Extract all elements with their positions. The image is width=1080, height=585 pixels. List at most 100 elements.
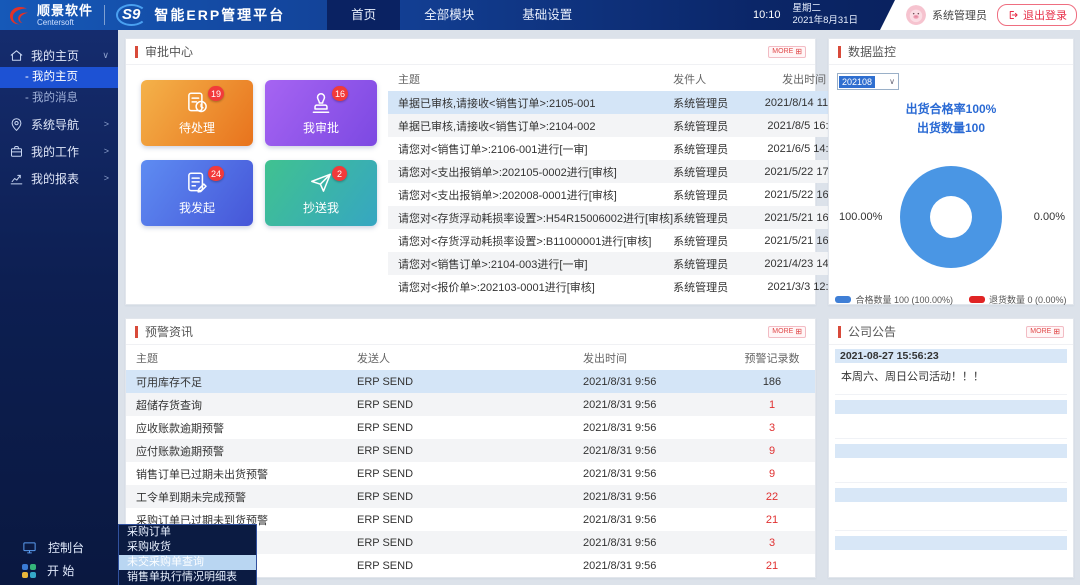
clock: 10:10 星期二 2021年8月31日 (753, 3, 858, 28)
cell-time: 2021/8/31 9:56 (583, 514, 729, 526)
date: 2021年8月31日 (793, 15, 858, 27)
sidebar-nav: 我的主页∨我的主页我的消息系统导航>我的工作>我的报表> (0, 30, 118, 190)
cell-sender: 系统管理员 (673, 210, 745, 226)
sidebar-item-1[interactable]: 系统导航> (0, 112, 118, 136)
column-header: 主题 (126, 350, 357, 366)
nav-item-0[interactable]: 首页 (327, 0, 400, 30)
announcement-list: 2021-08-27 15:56:23本周六、周日公司活动！！！ (829, 345, 1073, 585)
chart-icon (9, 171, 24, 186)
alert-row[interactable]: 超储存货查询ERP SEND2021/8/31 9:561 (126, 393, 815, 416)
announcement-text: 本周六、周日公司活动！！！ (835, 363, 1067, 395)
logout-button[interactable]: 退出登录 (997, 4, 1077, 26)
alert-row[interactable]: 工令单到期未完成预警ERP SEND2021/8/31 9:5622 (126, 485, 815, 508)
alert-row[interactable]: 应收账款逾期预警ERP SEND2021/8/31 9:563 (126, 416, 815, 439)
alerts-more-button[interactable]: MORE (768, 326, 806, 338)
headline-line1: 出货合格率100% (829, 100, 1073, 119)
announcement-entry[interactable] (835, 444, 1067, 483)
cell-sender: 系统管理员 (673, 279, 745, 295)
cell-time: 2021/8/31 9:56 (583, 468, 729, 480)
approval-table-body: 单据已审核,请接收<销售订单>:2105-001系统管理员2021/8/14 1… (388, 91, 863, 298)
header-accent (838, 326, 841, 338)
approval-tile-3[interactable]: 抄送我2 (265, 160, 377, 226)
sidebar-item-2[interactable]: 我的工作> (0, 139, 118, 163)
period-select[interactable]: 202108 ∨ (837, 73, 899, 90)
approval-tile-1[interactable]: 我审批16 (265, 80, 377, 146)
legend-marker (835, 296, 851, 303)
announcement-entry[interactable] (835, 488, 1067, 531)
headline-line2: 出货数量100 (829, 119, 1073, 138)
nav-item-2[interactable]: 基础设置 (498, 0, 596, 30)
approval-center-panel: 审批中心 MORE 待处理19我审批16我发起24抄送我2 主题发件人发出时间 … (125, 38, 816, 305)
cell-time: 2021/8/31 9:56 (583, 491, 729, 503)
chevron-down-icon: ∨ (102, 50, 109, 61)
approval-tile-2[interactable]: 我发起24 (141, 160, 253, 226)
approval-tile-0[interactable]: 待处理19 (141, 80, 253, 146)
cell-sender: 系统管理员 (673, 256, 745, 272)
legend-item-1: 退货数量 0 (0.00%) (969, 293, 1067, 306)
main-area: 审批中心 MORE 待处理19我审批16我发起24抄送我2 主题发件人发出时间 … (118, 30, 1080, 585)
navbar-menu: 首页全部模块基础设置 (327, 0, 596, 30)
username: 系统管理员 (932, 7, 987, 23)
approval-center-title: 审批中心 (145, 43, 193, 60)
sidebar-subitem-0-0[interactable]: 我的主页 (0, 67, 118, 88)
count-badge: 19 (208, 86, 224, 101)
popup-menu-item-3[interactable]: 销售单执行情况明细表 (119, 570, 256, 585)
paper-plane-icon (308, 170, 334, 196)
approval-row[interactable]: 请您对<支出报销单>:202105-0002进行[审核]系统管理员2021/5/… (388, 160, 863, 183)
console-icon (22, 540, 37, 555)
cell-time: 2021/8/31 9:56 (583, 560, 729, 572)
announcements-more-button[interactable]: MORE (1026, 326, 1064, 338)
approval-row[interactable]: 请您对<存货浮动耗损率设置>:H54R15006002进行[审核]系统管理员20… (388, 206, 863, 229)
popup-menu-item-2[interactable]: 未交采购单查询 (119, 555, 256, 570)
approval-row[interactable]: 请您对<销售订单>:2106-001进行[一审]系统管理员2021/6/5 14… (388, 137, 863, 160)
announcement-entry[interactable] (835, 400, 1067, 439)
cell-topic: 工令单到期未完成预警 (126, 489, 357, 505)
legend-item-0: 合格数量 100 (100.00%) (835, 293, 953, 306)
approval-row[interactable]: 请您对<销售订单>:2104-003进行[一审]系统管理员2021/4/23 1… (388, 252, 863, 275)
approval-row[interactable]: 单据已审核,请接收<销售订单>:2104-002系统管理员2021/8/5 16… (388, 114, 863, 137)
cell-sender: 系统管理员 (673, 95, 745, 111)
taskbar-item-0[interactable]: 控制台 (0, 536, 118, 559)
cell-sender: ERP SEND (357, 491, 583, 503)
approval-row[interactable]: 请您对<支出报销单>:202008-0001进行[审核]系统管理员2021/5/… (388, 183, 863, 206)
popup-menu-item-0[interactable]: 采购订单 (119, 525, 256, 540)
approval-row[interactable]: 单据已审核,请接收<销售订单>:2105-001系统管理员2021/8/14 1… (388, 91, 863, 114)
sidebar-subitem-0-1[interactable]: 我的消息 (0, 88, 118, 109)
sidebar-item-label: 我的主页 (31, 47, 79, 64)
cell-sender: ERP SEND (357, 445, 583, 457)
company-logo-icon (6, 3, 30, 27)
chevron-right-icon: > (104, 146, 109, 156)
popup-menu-item-1[interactable]: 采购收货 (119, 540, 256, 555)
header-accent (135, 46, 138, 58)
approval-tiles: 待处理19我审批16我发起24抄送我2 (126, 65, 388, 305)
cell-count: 1 (729, 399, 815, 411)
cell-sender: ERP SEND (357, 422, 583, 434)
cell-sender: ERP SEND (357, 376, 583, 388)
cell-sender: ERP SEND (357, 560, 583, 572)
cell-sender: ERP SEND (357, 399, 583, 411)
taskbar-item-label: 开 始 (47, 562, 74, 579)
announcement-text (835, 502, 1067, 531)
approval-row[interactable]: 请您对<存货浮动耗损率设置>:B11000001进行[审核]系统管理员2021/… (388, 229, 863, 252)
approval-more-button[interactable]: MORE (768, 46, 806, 58)
cell-topic: 可用库存不足 (126, 374, 357, 390)
alert-row[interactable]: 可用库存不足ERP SEND2021/8/31 9:56186 (126, 370, 815, 393)
company-name: 顺景软件 (37, 4, 93, 17)
nav-item-1[interactable]: 全部模块 (400, 0, 498, 30)
data-monitor-title: 数据监控 (848, 43, 896, 60)
announcement-entry[interactable]: 2021-08-27 15:56:23本周六、周日公司活动！！！ (835, 349, 1067, 395)
sidebar: 我的主页∨我的主页我的消息系统导航>我的工作>我的报表> 控制台开 始 (0, 30, 118, 585)
taskbar-item-1[interactable]: 开 始 (0, 559, 118, 582)
avatar[interactable] (906, 5, 926, 25)
announcement-entry[interactable] (835, 536, 1067, 585)
donut-chart (900, 166, 1002, 268)
alert-row[interactable]: 应付账款逾期预警ERP SEND2021/8/31 9:569 (126, 439, 815, 462)
brand: 顺景软件 Centersoft S9 智能ERP管理平台 (0, 3, 285, 27)
cell-time: 2021/8/31 9:56 (583, 376, 729, 388)
home-icon (9, 48, 24, 63)
sidebar-item-3[interactable]: 我的报表> (0, 166, 118, 190)
cell-topic: 请您对<支出报销单>:202008-0001进行[审核] (388, 187, 673, 203)
alert-row[interactable]: 销售订单已过期未出货预警ERP SEND2021/8/31 9:569 (126, 462, 815, 485)
sidebar-item-0[interactable]: 我的主页 ∨ (0, 43, 118, 67)
approval-row[interactable]: 请您对<报价单>:202103-0001进行[审核]系统管理员2021/3/3 … (388, 275, 863, 298)
